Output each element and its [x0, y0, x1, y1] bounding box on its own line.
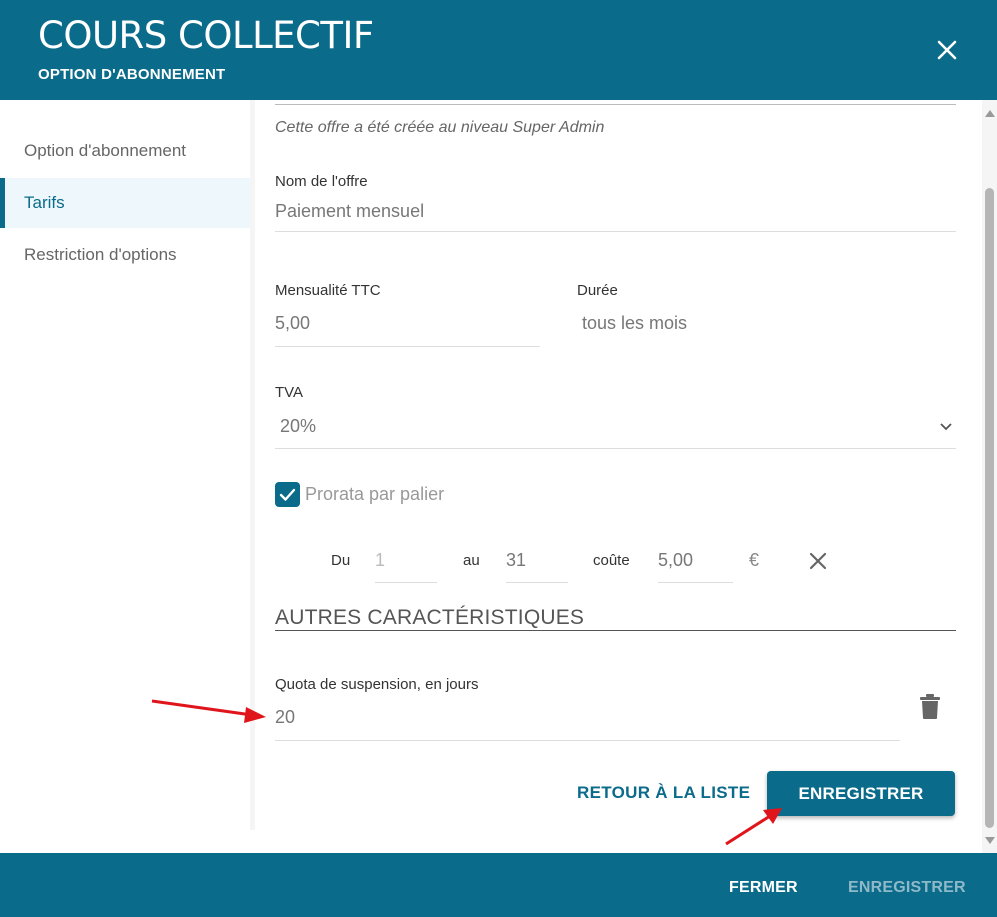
divider	[275, 104, 956, 105]
suspension-underline	[275, 740, 900, 741]
delete-button[interactable]	[919, 694, 941, 720]
super-admin-note: Cette offre a été créée au niveau Super …	[275, 119, 605, 136]
scroll-down-icon[interactable]	[985, 837, 995, 844]
prorata-checkbox[interactable]	[275, 482, 300, 507]
save-footer-button[interactable]: ENREGISTRER	[848, 879, 966, 897]
sidebar-item-tarifs[interactable]: Tarifs	[0, 178, 250, 228]
scrollbar-thumb[interactable]	[985, 188, 994, 828]
suspension-field[interactable]: 20	[275, 707, 295, 728]
vat-underline	[275, 448, 956, 449]
tier-cost-input[interactable]: 5,00	[658, 550, 733, 571]
dialog-title: COURS COLLECTIF	[38, 14, 374, 57]
tier-to-input[interactable]: 31	[506, 550, 568, 571]
tier-from-input[interactable]: 1	[375, 550, 437, 571]
tier-from-label: Du	[331, 552, 351, 569]
tier-to-underline	[506, 582, 568, 583]
sidebar-item-label: Tarifs	[24, 193, 65, 212]
tier-cost-underline	[658, 582, 733, 583]
tier-to-label: au	[463, 552, 480, 569]
chevron-down-icon	[940, 423, 952, 431]
check-icon	[279, 488, 296, 501]
sidebar: Option d'abonnement Tarifs Restriction d…	[0, 100, 252, 830]
vat-selected-value: 20%	[280, 416, 317, 436]
offer-name-underline	[275, 231, 956, 232]
back-to-list-button[interactable]: RETOUR À LA LISTE	[577, 783, 750, 803]
scroll-up-icon[interactable]	[985, 110, 995, 117]
remove-tier-button[interactable]	[807, 550, 829, 572]
close-icon	[937, 40, 957, 60]
dialog-footer: FERMER ENREGISTRER	[0, 853, 997, 917]
sidebar-item-restriction-options[interactable]: Restriction d'options	[0, 230, 250, 280]
duration-value: tous les mois	[582, 313, 688, 333]
section-title: AUTRES CARACTÉRISTIQUES	[275, 606, 585, 629]
suspension-label: Quota de suspension, en jours	[275, 676, 479, 693]
duration-label: Durée	[577, 282, 618, 299]
sidebar-item-label: Option d'abonnement	[24, 141, 187, 160]
vat-select[interactable]: 20%	[280, 416, 956, 442]
form-content: Cette offre a été créée au niveau Super …	[255, 100, 982, 853]
close-icon	[809, 552, 827, 570]
close-footer-button[interactable]: FERMER	[729, 879, 798, 897]
dialog-header: COURS COLLECTIF OPTION D'ABONNEMENT	[0, 0, 997, 100]
section-divider	[275, 630, 956, 631]
tier-from-underline	[375, 582, 437, 583]
scrollbar[interactable]	[982, 100, 997, 853]
vat-label: TVA	[275, 384, 304, 401]
dialog-subtitle: OPTION D'ABONNEMENT	[38, 66, 226, 83]
tier-cost-label: coûte	[593, 552, 630, 569]
offer-name-field[interactable]: Paiement mensuel	[275, 201, 424, 222]
save-button[interactable]: ENREGISTRER	[767, 771, 955, 816]
offer-name-label: Nom de l'offre	[275, 173, 368, 190]
prorata-label: Prorata par palier	[305, 484, 445, 504]
sidebar-item-option-abonnement[interactable]: Option d'abonnement	[0, 126, 250, 176]
monthly-price-underline	[275, 346, 540, 347]
monthly-price-label: Mensualité TTC	[275, 282, 381, 299]
sidebar-item-label: Restriction d'options	[24, 245, 177, 264]
currency-symbol: €	[749, 550, 760, 570]
close-button[interactable]	[930, 33, 964, 67]
monthly-price-field[interactable]: 5,00	[275, 313, 310, 334]
trash-icon	[920, 694, 940, 719]
